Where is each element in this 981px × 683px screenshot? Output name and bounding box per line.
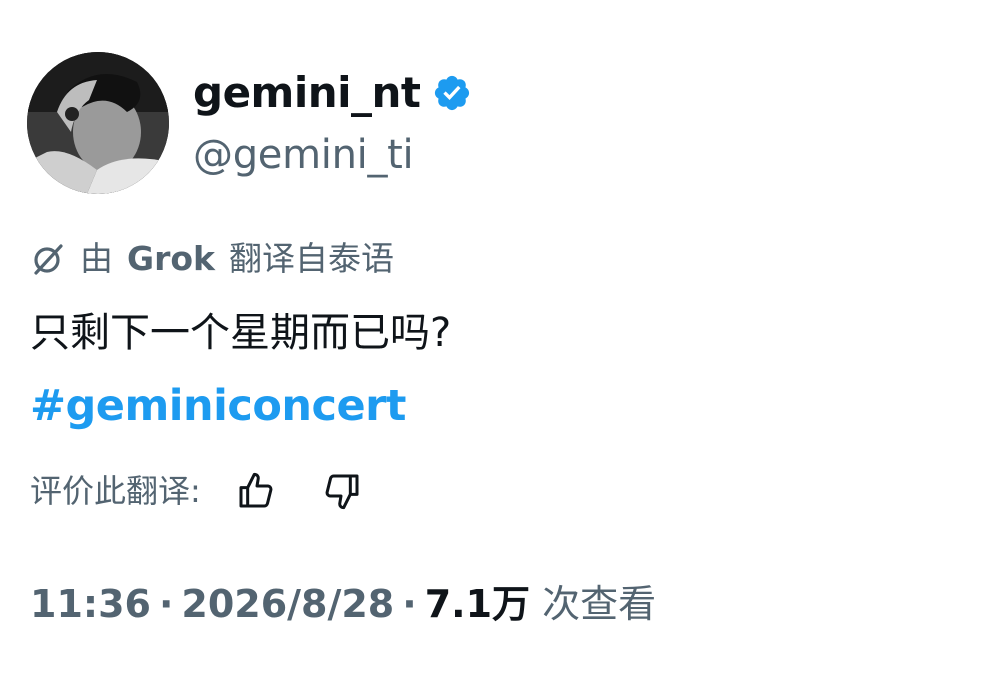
views-count: 7.1万 [424, 582, 531, 626]
thumbs-up-icon [239, 472, 273, 508]
meta-separator: · [158, 582, 174, 626]
profile-photo [27, 52, 169, 194]
user-handle[interactable]: @gemini_ti [193, 131, 414, 179]
verified-badge-icon[interactable] [432, 73, 472, 113]
thumbs-up-button[interactable] [231, 466, 281, 516]
views-label: 次查看 [542, 582, 657, 626]
grok-icon [34, 244, 63, 275]
rate-translation-label: 评价此翻译: [30, 472, 201, 510]
tweet-time[interactable]: 11:36 [30, 582, 151, 626]
hashtag-link[interactable]: #geminiconcert [30, 378, 406, 434]
thumbs-down-icon [325, 474, 359, 510]
translation-provider: Grok [127, 239, 215, 278]
rate-translation-row: 评价此翻译: [30, 466, 403, 516]
translation-notice[interactable]: 由 Grok 翻译自泰语 [30, 237, 394, 281]
display-name[interactable]: gemini_nt [193, 68, 421, 118]
thumbs-down-button[interactable] [317, 466, 367, 516]
translation-prefix: 由 [80, 239, 113, 278]
translation-source-language: 翻译自泰语 [228, 239, 394, 278]
tweet-date[interactable]: 2026/8/28 [181, 582, 394, 626]
tweet-text: 只剩下一个星期而已吗? [30, 310, 452, 356]
meta-separator: · [402, 582, 417, 626]
tweet-meta: 11:36 · 2026/8/28 · 7.1万 次查看 [30, 578, 656, 630]
avatar[interactable] [27, 52, 169, 194]
display-name-row[interactable]: gemini_nt [193, 68, 472, 118]
